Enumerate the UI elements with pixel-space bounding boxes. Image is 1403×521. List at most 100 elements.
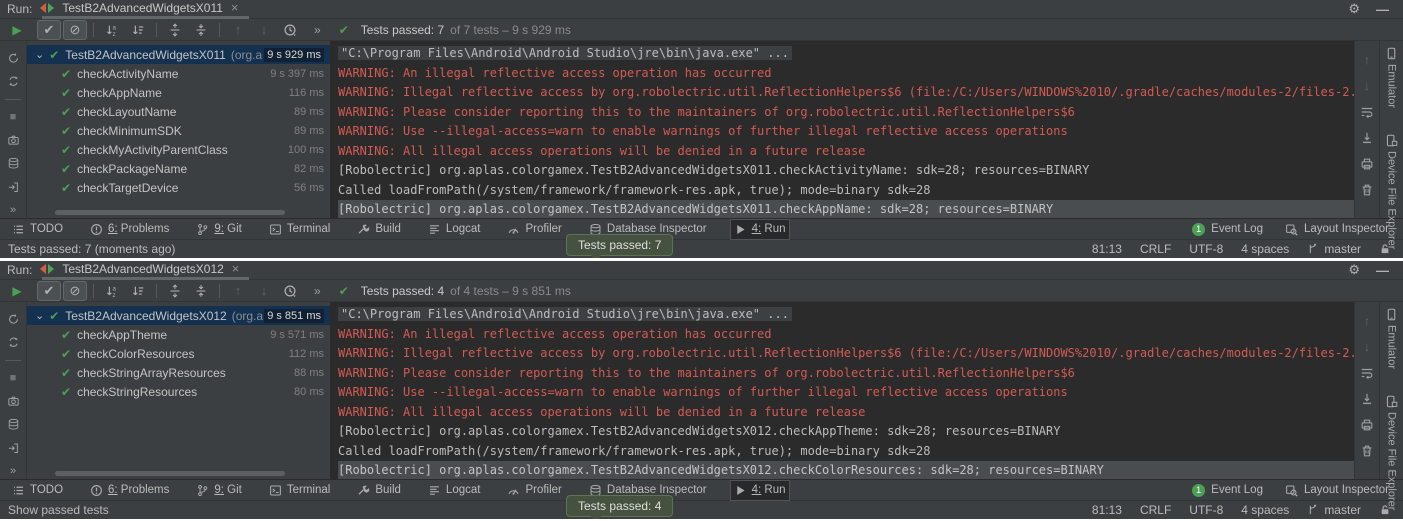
status-widget[interactable]: 81:13: [1092, 503, 1122, 517]
tool-window-button[interactable]: Profiler: [503, 480, 565, 501]
test-row[interactable]: ✔ checkPackageName 82 ms: [27, 159, 330, 178]
settings-gear-icon[interactable]: ⚙: [1348, 262, 1360, 278]
soft-wrap-icon[interactable]: [1360, 105, 1374, 119]
tab-device-file-explorer[interactable]: Device File Explorer: [1385, 395, 1398, 510]
rerun-failed-tests-icon[interactable]: [6, 75, 21, 87]
test-row[interactable]: ✔ checkStringArrayResources 88 ms: [27, 363, 330, 382]
toolbar-overflow-icon[interactable]: »: [314, 284, 321, 298]
test-row[interactable]: ✔ checkAppTheme 9 s 571 ms: [27, 325, 330, 344]
soft-wrap-icon[interactable]: [1360, 366, 1374, 380]
tool-window-button[interactable]: TODO: [8, 219, 67, 240]
hide-panel-icon[interactable]: —: [1376, 2, 1389, 17]
test-history-button[interactable]: [278, 281, 302, 301]
scroll-up-icon[interactable]: ↑: [1364, 53, 1370, 67]
tool-window-button[interactable]: Logcat: [424, 480, 485, 501]
status-widget[interactable]: CRLF: [1140, 242, 1171, 256]
test-console[interactable]: "C:\Program Files\Android\Android Studio…: [330, 41, 1354, 218]
close-tab-icon[interactable]: ×: [232, 261, 240, 276]
status-widget[interactable]: UTF-8: [1189, 503, 1223, 517]
next-failed-test-button[interactable]: ↓: [252, 20, 276, 40]
camera-icon[interactable]: [6, 395, 21, 407]
tool-window-button[interactable]: 4: Run: [730, 219, 790, 240]
tool-window-button[interactable]: 6: Problems: [86, 219, 173, 240]
show-ignored-toggle[interactable]: ⊘: [63, 20, 87, 40]
scroll-to-end-icon[interactable]: [1360, 392, 1374, 406]
hide-panel-icon[interactable]: —: [1376, 263, 1389, 278]
tab-device-file-explorer[interactable]: Device File Explorer: [1385, 134, 1398, 249]
test-settings-icon[interactable]: [6, 157, 21, 169]
test-suite-row[interactable]: ⌄ ✔ TestB2AdvancedWidgetsX011 (org.a 9 s…: [27, 45, 330, 64]
expand-all-button[interactable]: [163, 20, 187, 40]
toolbar-overflow-icon[interactable]: »: [314, 23, 321, 37]
test-suite-row[interactable]: ⌄ ✔ TestB2AdvancedWidgetsX012 (org.a 9 s…: [27, 306, 330, 325]
test-row[interactable]: ✔ checkStringResources 80 ms: [27, 382, 330, 401]
status-widget[interactable]: CRLF: [1140, 503, 1171, 517]
clear-console-icon[interactable]: [1360, 183, 1374, 197]
test-row[interactable]: ✔ checkLayoutName 89 ms: [27, 102, 330, 121]
tool-window-button[interactable]: TODO: [8, 480, 67, 501]
test-row[interactable]: ✔ checkMinimumSDK 89 ms: [27, 121, 330, 140]
event-log-button[interactable]: 1 Event Log: [1192, 223, 1263, 236]
previous-failed-test-button[interactable]: ↑: [226, 20, 250, 40]
rerun-icon[interactable]: [6, 313, 21, 325]
previous-failed-test-button[interactable]: ↑: [226, 281, 250, 301]
status-widget[interactable]: 4 spaces: [1241, 242, 1289, 256]
event-log-button[interactable]: 1 Event Log: [1192, 484, 1263, 497]
clear-console-icon[interactable]: [1360, 444, 1374, 458]
show-passed-toggle[interactable]: ✔: [37, 281, 61, 301]
rerun-tests-button[interactable]: ▶: [5, 20, 29, 40]
test-row[interactable]: ✔ checkMyActivityParentClass 100 ms: [27, 140, 330, 159]
show-passed-toggle[interactable]: ✔: [37, 20, 61, 40]
test-console[interactable]: "C:\Program Files\Android\Android Studio…: [330, 302, 1354, 479]
layout-inspector-button[interactable]: Layout Inspector: [1285, 223, 1389, 236]
tab-emulator[interactable]: Emulator: [1385, 308, 1398, 369]
status-widget[interactable]: 81:13: [1092, 242, 1122, 256]
sort-by-duration-button[interactable]: [126, 20, 150, 40]
tool-window-button[interactable]: Logcat: [424, 219, 485, 240]
more-actions-icon[interactable]: »: [10, 204, 16, 216]
collapse-all-button[interactable]: [189, 281, 213, 301]
test-row[interactable]: ✔ checkActivityName 9 s 397 ms: [27, 64, 330, 83]
stop-icon[interactable]: ■: [10, 111, 17, 123]
rerun-tests-button[interactable]: ▶: [5, 281, 29, 301]
import-test-results-icon[interactable]: [6, 181, 21, 193]
close-tab-icon[interactable]: ×: [231, 0, 239, 15]
run-tab[interactable]: TestB2AdvancedWidgetsX012 ×: [42, 261, 249, 280]
collapse-node-icon[interactable]: ⌄: [35, 48, 44, 61]
tool-window-button[interactable]: 6: Problems: [86, 480, 173, 501]
tool-window-button[interactable]: Build: [353, 219, 405, 240]
show-ignored-toggle[interactable]: ⊘: [63, 281, 87, 301]
stop-icon[interactable]: ■: [10, 372, 17, 384]
tool-window-button[interactable]: Profiler: [503, 219, 565, 240]
tool-window-button[interactable]: Terminal: [265, 219, 334, 240]
tab-emulator[interactable]: Emulator: [1385, 47, 1398, 108]
status-widget[interactable]: UTF-8: [1189, 242, 1223, 256]
test-history-button[interactable]: [278, 20, 302, 40]
tree-horizontal-scrollbar[interactable]: [55, 471, 285, 476]
import-test-results-icon[interactable]: [6, 442, 21, 454]
test-row[interactable]: ✔ checkColorResources 112 ms: [27, 344, 330, 363]
print-icon[interactable]: [1360, 418, 1374, 432]
more-actions-icon[interactable]: »: [10, 465, 16, 477]
run-tab[interactable]: TestB2AdvancedWidgetsX011 ×: [42, 0, 248, 19]
status-widget[interactable]: 4 spaces: [1241, 503, 1289, 517]
test-row[interactable]: ✔ checkAppName 116 ms: [27, 83, 330, 102]
settings-gear-icon[interactable]: ⚙: [1348, 1, 1360, 17]
layout-inspector-button[interactable]: Layout Inspector: [1285, 484, 1389, 497]
git-branch-widget[interactable]: master: [1307, 503, 1361, 517]
tool-window-button[interactable]: 9: Git: [192, 480, 245, 501]
camera-icon[interactable]: [6, 134, 21, 146]
sort-alphabetically-button[interactable]: [100, 281, 124, 301]
tool-window-button[interactable]: Build: [353, 480, 405, 501]
test-row[interactable]: ✔ checkTargetDevice 56 ms: [27, 178, 330, 197]
tree-horizontal-scrollbar[interactable]: [55, 210, 285, 215]
test-settings-icon[interactable]: [6, 418, 21, 430]
tool-window-button[interactable]: 9: Git: [192, 219, 245, 240]
sort-by-duration-button[interactable]: [126, 281, 150, 301]
git-branch-widget[interactable]: master: [1307, 242, 1361, 256]
tool-window-button[interactable]: 4: Run: [730, 480, 790, 501]
scroll-to-end-icon[interactable]: [1360, 131, 1374, 145]
expand-all-button[interactable]: [163, 281, 187, 301]
tool-window-button[interactable]: Terminal: [265, 480, 334, 501]
rerun-icon[interactable]: [6, 52, 21, 64]
